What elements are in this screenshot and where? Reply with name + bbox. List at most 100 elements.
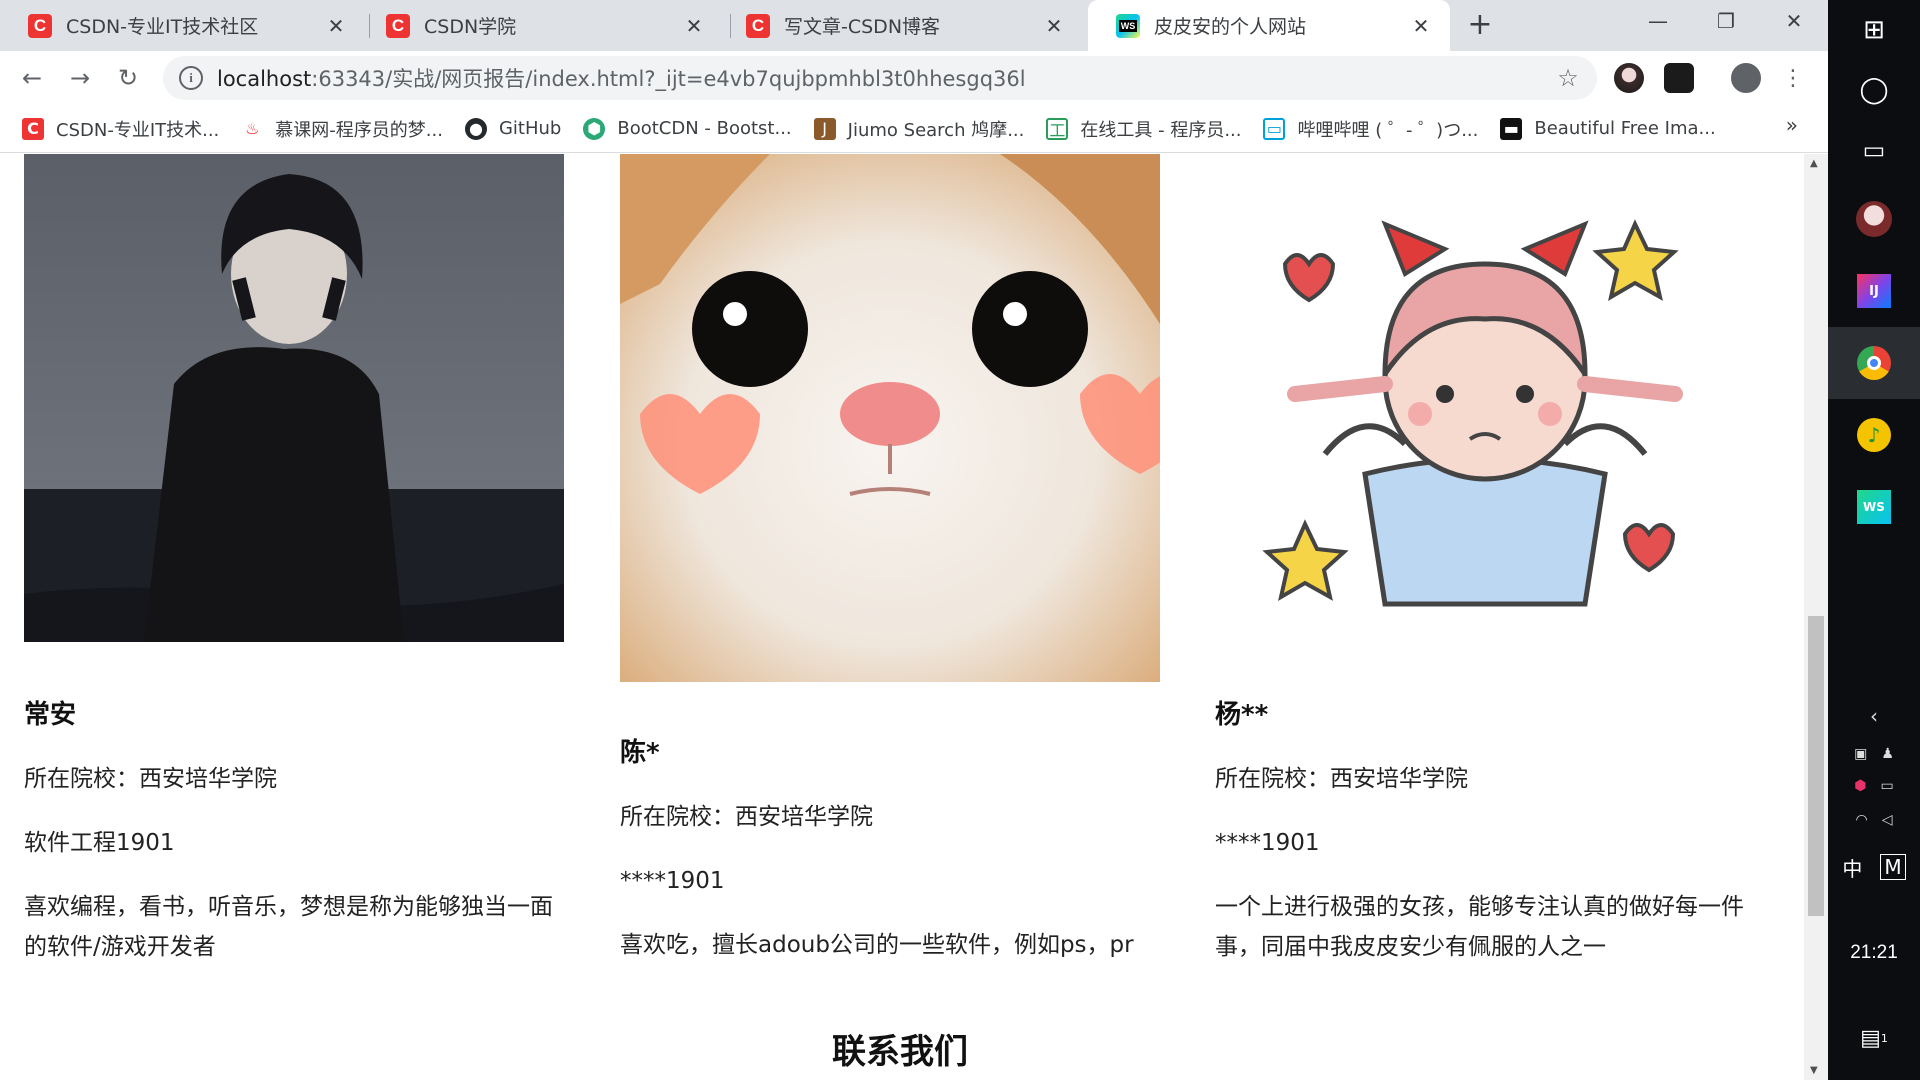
scrollbar-thumb[interactable] [1808, 616, 1824, 916]
bookmark-label: 哔哩哔哩 ( ゜- ゜)つ... [1297, 119, 1479, 141]
member-bio: 一个上进行极强的女孩，能够专注认真的做好每一件事，同届中我皮皮安少有佩服的人之一 [1215, 894, 1744, 960]
wifi-icon[interactable]: ◠ [1856, 812, 1868, 828]
profile-icon[interactable] [1731, 63, 1761, 93]
tab-personal-site[interactable]: WS 皮皮安的个人网站 ✕ [1088, 0, 1450, 51]
page-viewport: 常安 所在院校：西安培华学院 软件工程1901 喜欢编程，看书，听音乐，梦想是称… [0, 154, 1828, 1080]
tab-csdn-community[interactable]: C CSDN-专业IT技术社区 ✕ [0, 0, 365, 51]
close-icon[interactable]: ✕ [321, 11, 351, 41]
taskbar-app-music[interactable]: ♪ [1828, 399, 1920, 471]
back-button[interactable]: ← [14, 60, 50, 96]
member-name: 陈* [620, 738, 660, 768]
bookmark-csdn[interactable]: C CSDN-专业IT技术... [22, 113, 219, 145]
cortana-search-icon[interactable]: ◯ [1828, 60, 1920, 120]
site-info-icon[interactable]: i [179, 66, 203, 90]
bookmark-star-icon[interactable]: ☆ [1553, 64, 1583, 92]
close-icon[interactable]: ✕ [1406, 11, 1436, 41]
chrome-window: C CSDN-专业IT技术社区 ✕ C CSDN学院 ✕ C 写文章-CSDN博… [0, 0, 1828, 1080]
new-tab-button[interactable]: + [1462, 8, 1498, 44]
bookmark-bilibili[interactable]: ▭ 哔哩哔哩 ( ゜- ゜)つ... [1263, 113, 1478, 145]
scroll-up-icon[interactable]: ▲ [1810, 158, 1818, 169]
bookmark-label: Jiumo Search 鸠摩... [847, 119, 1025, 141]
minimize-button[interactable]: — [1624, 0, 1692, 42]
member-card: 陈* 所在院校：西安培华学院 ****1901 喜欢吃，擅长adoub公司的一些… [620, 154, 1160, 989]
task-view-icon[interactable]: ▭ [1828, 120, 1920, 180]
flame-icon: ♨ [245, 119, 260, 138]
bookmark-label: 慕课网-程序员的梦... [275, 119, 443, 141]
member-major: ****1901 [620, 868, 725, 894]
bookmark-tools[interactable]: 工 在线工具 - 程序员... [1046, 113, 1241, 145]
jiumo-icon: J [813, 117, 836, 140]
close-window-button[interactable]: ✕ [1760, 0, 1828, 42]
bilibili-icon: ▭ [1263, 117, 1286, 140]
webstorm-icon: WS [1116, 13, 1140, 38]
restore-button[interactable]: ❐ [1692, 0, 1760, 42]
forward-button[interactable]: → [62, 60, 98, 96]
clock[interactable]: 21:21 [1828, 938, 1920, 968]
tray-app-icon[interactable]: ⬢ [1854, 778, 1866, 794]
intellij-icon: IJ [1857, 274, 1891, 308]
bookmark-label: 在线工具 - 程序员... [1080, 119, 1242, 141]
member-major: 软件工程1901 [24, 830, 175, 856]
csdn-icon: C [28, 13, 52, 38]
tools-icon: 工 [1046, 117, 1069, 140]
show-hidden-icons[interactable]: ‹ [1828, 700, 1920, 732]
reload-button[interactable]: ↻ [110, 60, 146, 96]
member-bio: 喜欢编程，看书，听音乐，梦想是称为能够独当一面的软件/游戏开发者 [24, 894, 553, 960]
taskbar-app-intellij[interactable]: IJ [1828, 255, 1920, 327]
scroll-down-icon[interactable]: ▼ [1810, 1065, 1818, 1076]
taskbar-app-webstorm[interactable]: WS [1828, 471, 1920, 543]
avatar-icon [1856, 201, 1892, 237]
address-bar[interactable]: i localhost:63343/实战/网页报告/index.html?_ij… [163, 56, 1597, 100]
bootcdn-icon: ⬢ [583, 117, 606, 140]
extension-avatar-icon[interactable] [1614, 63, 1644, 93]
webstorm-icon: WS [1857, 490, 1891, 524]
volume-icon[interactable]: ◁ [1882, 812, 1893, 828]
ime-indicator[interactable]: 中M [1828, 850, 1920, 884]
csdn-icon: C [386, 13, 410, 38]
member-school: 所在院校：西安培华学院 [1215, 766, 1468, 792]
extension-icon[interactable] [1664, 63, 1694, 93]
bookmark-jiumo[interactable]: J Jiumo Search 鸠摩... [813, 113, 1025, 145]
github-icon: ● [464, 117, 487, 140]
tray-icons-row2: ⬢ ▭ [1828, 772, 1920, 800]
bookmark-label: CSDN-专业IT技术... [56, 119, 220, 141]
bookmarks-overflow-icon[interactable]: » [1786, 113, 1798, 137]
tray-icons-row3: ◠ ◁ [1828, 806, 1920, 834]
tab-csdn-blog[interactable]: C 写文章-CSDN博客 ✕ [718, 0, 1083, 51]
close-icon[interactable]: ✕ [679, 11, 709, 41]
taskbar-app-chrome[interactable] [1828, 327, 1920, 399]
close-icon[interactable]: ✕ [1039, 11, 1069, 41]
tab-strip: C CSDN-专业IT技术社区 ✕ C CSDN学院 ✕ C 写文章-CSDN博… [0, 0, 1828, 51]
bookmark-imooc[interactable]: ♨ 慕课网-程序员的梦... [241, 113, 443, 145]
bookmark-label: Beautiful Free Ima... [1534, 118, 1716, 139]
member-photo-boy [24, 154, 564, 642]
notification-center-icon[interactable]: ▤ 1 [1828, 1018, 1920, 1058]
tab-csdn-academy[interactable]: C CSDN学院 ✕ [358, 0, 723, 51]
member-photo-cat [620, 154, 1160, 682]
notification-count: 1 [1880, 1031, 1888, 1045]
tab-title: CSDN学院 [424, 16, 517, 38]
chrome-icon [1857, 346, 1891, 380]
contact-heading: 联系我们 [832, 1032, 968, 1072]
bookmark-bootcdn[interactable]: ⬢ BootCDN - Bootst... [583, 113, 792, 145]
desktop: C CSDN-专业IT技术社区 ✕ C CSDN学院 ✕ C 写文章-CSDN博… [0, 0, 1920, 1080]
bookmark-github[interactable]: ● GitHub [464, 113, 561, 145]
battery-icon[interactable]: ▭ [1881, 778, 1894, 794]
bookmark-label: BootCDN - Bootst... [617, 118, 792, 139]
member-card: 杨** 所在院校：西安培华学院 ****1901 一个上进行极强的女孩，能够专注… [1215, 154, 1755, 991]
url-text[interactable]: localhost:63343/实战/网页报告/index.html?_ijt=… [217, 63, 1553, 93]
member-school: 所在院校：西安培华学院 [620, 804, 873, 830]
page-scrollbar[interactable]: ▲ ▼ [1804, 154, 1828, 1080]
member-name: 杨** [1215, 700, 1269, 730]
start-windows-icon[interactable]: ⊞ [1828, 0, 1920, 60]
bookmarks-bar: C CSDN-专业IT技术... ♨ 慕课网-程序员的梦... ● GitHub… [0, 105, 1828, 153]
music-icon: ♪ [1857, 418, 1891, 452]
member-bio: 喜欢吃，擅长adoub公司的一些软件，例如ps，pr [620, 932, 1134, 958]
taskbar-app-avatar[interactable] [1828, 183, 1920, 255]
member-photo-girl [1215, 154, 1755, 642]
tray-app-icon[interactable]: ▣ [1854, 746, 1867, 762]
bookmark-unsplash[interactable]: ▬ Beautiful Free Ima... [1500, 113, 1716, 145]
menu-icon[interactable]: ⋮ [1775, 60, 1811, 96]
qq-icon[interactable]: ♟ [1881, 746, 1894, 762]
ime-mode[interactable]: M [1880, 854, 1906, 880]
